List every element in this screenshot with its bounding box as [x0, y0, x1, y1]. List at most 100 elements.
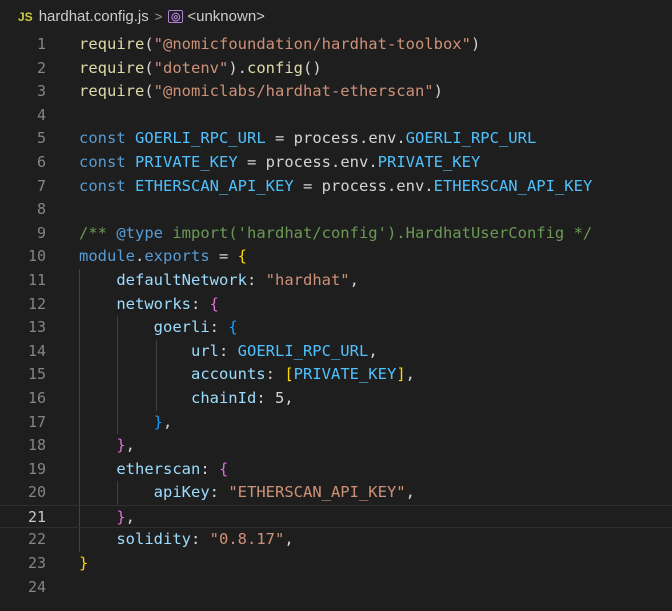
- code-token: {: [219, 459, 229, 478]
- code-token: :: [209, 318, 229, 337]
- code-editor[interactable]: 1 require("@nomicfoundation/hardhat-toolb…: [0, 33, 672, 599]
- code-line[interactable]: 9 /** @type import('hardhat/config').Hard…: [0, 222, 672, 246]
- code-token: GOERLI_RPC_URL: [135, 129, 266, 148]
- line-number: 17: [27, 412, 46, 431]
- code-line[interactable]: 17 },: [0, 410, 672, 435]
- code-token: =: [209, 247, 238, 266]
- code-line[interactable]: 2 require("dotenv").config(): [0, 57, 672, 81]
- line-number: 12: [27, 294, 46, 313]
- code-text: networks: {: [79, 293, 219, 317]
- code-text: /** @type import('hardhat/config').Hardh…: [79, 222, 592, 246]
- code-line[interactable]: 20 apiKey: "ETHERSCAN_API_KEY",: [0, 481, 672, 505]
- line-number: 8: [36, 200, 46, 219]
- code-token: exports: [144, 247, 210, 266]
- code-line[interactable]: 13 goerli: {: [0, 316, 672, 340]
- code-line[interactable]: 10 module.exports = {: [0, 245, 672, 269]
- code-line[interactable]: 5 const GOERLI_RPC_URL = process.env.GOER…: [0, 127, 672, 151]
- code-token: ,: [405, 483, 415, 502]
- code-token: ): [433, 82, 443, 101]
- code-line[interactable]: 19 etherscan: {: [0, 457, 672, 482]
- code-line[interactable]: 18 },: [0, 434, 672, 458]
- code-text: },: [79, 434, 135, 458]
- code-line[interactable]: 21 },: [0, 504, 672, 530]
- code-token: :: [246, 270, 266, 289]
- code-line[interactable]: 1 require("@nomicfoundation/hardhat-toolb…: [0, 33, 672, 57]
- code-token: apiKey: [153, 483, 210, 502]
- code-line[interactable]: 15 accounts: [PRIVATE_KEY],: [0, 363, 672, 387]
- code-token: require: [79, 35, 145, 53]
- code-text: apiKey: "ETHERSCAN_API_KEY",: [79, 481, 415, 505]
- code-line[interactable]: 12 networks: {: [0, 292, 672, 317]
- code-text: accounts: [PRIVATE_KEY],: [79, 363, 415, 387]
- code-token: = process.env.: [265, 129, 406, 148]
- code-token: (): [303, 58, 322, 77]
- code-token: = process.env.: [237, 152, 378, 171]
- code-token: :: [190, 294, 210, 313]
- code-token: ): [470, 35, 481, 53]
- code-line[interactable]: 8: [0, 198, 672, 222]
- code-token: accounts: [190, 365, 266, 384]
- code-token: : 5,: [256, 388, 294, 407]
- line-number: 21: [27, 507, 46, 526]
- line-number: 20: [27, 483, 46, 502]
- symbol-icon: ◎: [168, 10, 184, 23]
- line-number: 1: [36, 35, 46, 53]
- code-line[interactable]: 23}: [0, 552, 672, 576]
- code-token: const: [79, 129, 126, 148]
- code-line[interactable]: 14 url: GOERLI_RPC_URL,: [0, 339, 672, 364]
- code-line[interactable]: 3 require("@nomiclabs/hardhat-etherscan"): [0, 80, 672, 104]
- breadcrumb-file[interactable]: hardhat.config.js: [39, 8, 149, 25]
- code-token: {: [228, 318, 238, 337]
- code-token: ,: [125, 507, 136, 526]
- code-token: :: [190, 530, 210, 549]
- line-number: 16: [27, 388, 46, 407]
- code-token: {: [237, 247, 248, 266]
- code-line[interactable]: 22 solidity: "0.8.17",: [0, 528, 672, 553]
- code-line[interactable]: 24: [0, 576, 672, 600]
- code-token: chainId: [190, 388, 257, 407]
- code-text: const GOERLI_RPC_URL = process.env.GOERL…: [79, 127, 536, 151]
- code-token: (: [144, 35, 154, 53]
- line-number: 3: [36, 82, 46, 101]
- code-text: chainId: 5,: [79, 387, 294, 411]
- code-token: config: [247, 58, 303, 77]
- code-token: = process.env.: [293, 176, 434, 195]
- line-number: 19: [27, 459, 46, 478]
- line-number: 24: [27, 577, 46, 596]
- code-token: :: [200, 459, 219, 478]
- line-number: 2: [36, 58, 46, 77]
- code-token: }: [116, 507, 126, 526]
- code-token: :: [218, 341, 238, 360]
- code-token: ]: [396, 365, 406, 384]
- line-number: 18: [27, 436, 46, 455]
- code-line[interactable]: 4: [0, 104, 672, 128]
- code-token: module: [79, 247, 135, 266]
- line-number: 13: [27, 318, 46, 337]
- code-line[interactable]: 7 const ETHERSCAN_API_KEY = process.env.E…: [0, 175, 672, 199]
- code-line[interactable]: 11 defaultNetwork: "hardhat",: [0, 268, 672, 293]
- code-text: }: [79, 552, 88, 576]
- code-line[interactable]: 6 const PRIVATE_KEY = process.env.PRIVATE…: [0, 151, 672, 175]
- code-text: },: [79, 506, 135, 530]
- line-number: 11: [27, 270, 46, 289]
- code-token: ,: [284, 530, 294, 549]
- code-token: .: [135, 247, 145, 266]
- breadcrumb-symbol[interactable]: <unknown>: [187, 8, 265, 25]
- code-token: require: [79, 58, 145, 77]
- code-line[interactable]: 16 chainId: 5,: [0, 386, 672, 411]
- code-token: "dotenv": [153, 58, 229, 77]
- code-token: "@nomicfoundation/hardhat-toolbox": [153, 35, 471, 53]
- code-token: "0.8.17": [209, 530, 285, 549]
- code-token: "hardhat": [265, 270, 350, 289]
- code-token: :: [209, 483, 229, 502]
- code-token: ,: [368, 341, 378, 360]
